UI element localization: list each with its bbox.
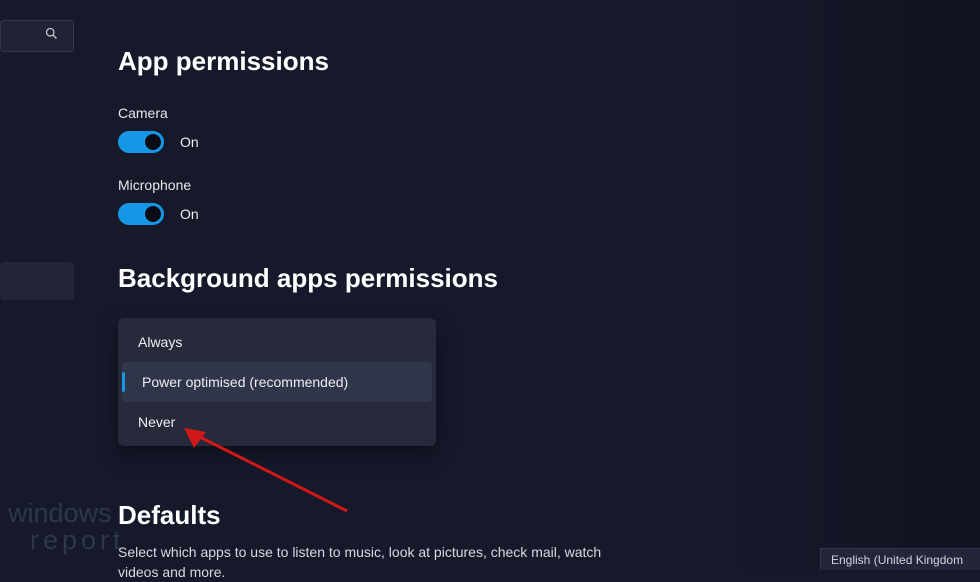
microphone-toggle[interactable] xyxy=(118,203,164,225)
watermark-line2: report xyxy=(8,527,125,554)
permission-microphone: Microphone On xyxy=(118,177,838,225)
permission-camera: Camera On xyxy=(118,105,838,153)
defaults-heading: Defaults xyxy=(118,500,221,531)
sidebar-item-selected[interactable] xyxy=(0,262,74,300)
background-permissions-heading: Background apps permissions xyxy=(118,263,838,294)
status-language[interactable]: English (United Kingdom xyxy=(820,548,980,570)
microphone-label: Microphone xyxy=(118,177,838,193)
camera-state: On xyxy=(180,134,199,150)
camera-label: Camera xyxy=(118,105,838,121)
main-content: App permissions Camera On Microphone On … xyxy=(118,46,838,294)
app-permissions-heading: App permissions xyxy=(118,46,838,77)
watermark-line1: windows xyxy=(8,500,125,527)
search-input[interactable] xyxy=(0,20,74,52)
search-icon xyxy=(44,26,59,46)
dropdown-item-power-optimised[interactable]: Power optimised (recommended) xyxy=(122,362,432,402)
dropdown-item-always[interactable]: Always xyxy=(118,322,436,362)
defaults-description: Select which apps to use to listen to mu… xyxy=(118,542,638,582)
microphone-state: On xyxy=(180,206,199,222)
camera-toggle[interactable] xyxy=(118,131,164,153)
watermark: windows report xyxy=(8,500,125,554)
